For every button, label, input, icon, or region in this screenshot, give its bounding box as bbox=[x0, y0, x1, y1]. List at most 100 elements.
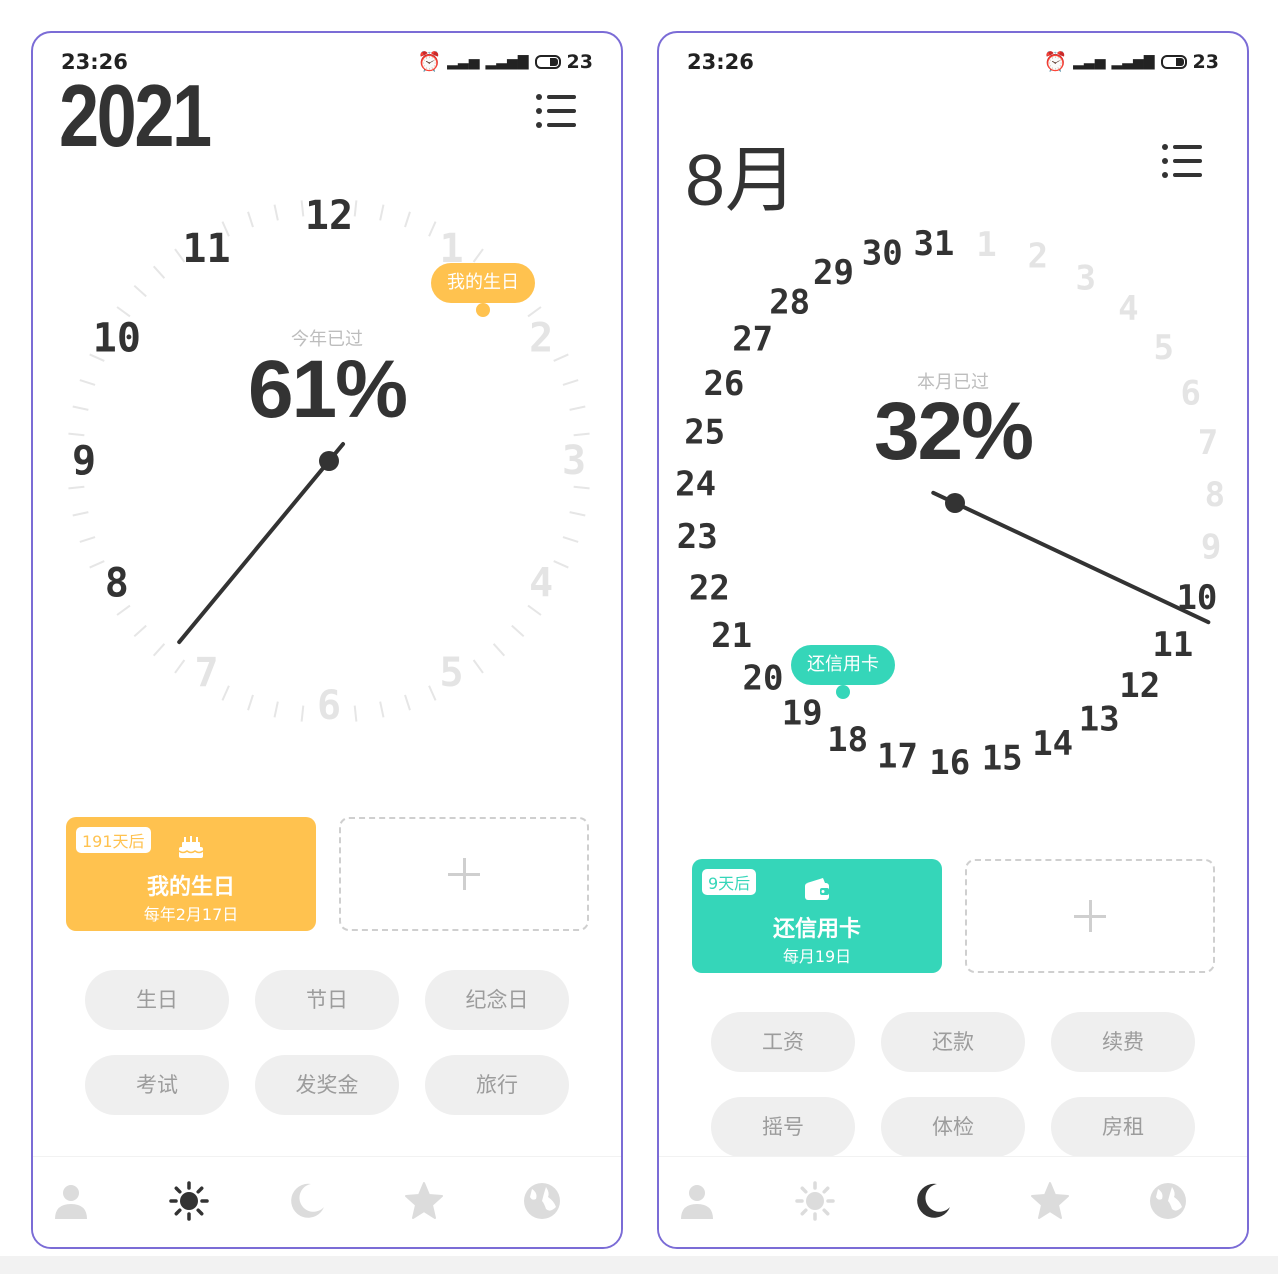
dial-label: 22 bbox=[689, 568, 730, 608]
dial-tick bbox=[72, 511, 89, 517]
dial-label: 11 bbox=[1152, 625, 1193, 665]
dial-label: 4 bbox=[529, 561, 553, 607]
chip-category[interactable]: 房租 bbox=[1051, 1097, 1195, 1157]
globe-icon[interactable] bbox=[1146, 1179, 1190, 1223]
dial-label: 14 bbox=[1032, 724, 1073, 764]
dial-tick bbox=[511, 624, 525, 638]
dial-tick bbox=[492, 643, 506, 657]
dial-label: 26 bbox=[703, 364, 744, 404]
chip-category[interactable]: 还款 bbox=[881, 1012, 1025, 1072]
bottom-tab-bar bbox=[33, 1156, 621, 1247]
dial-tick bbox=[553, 560, 569, 569]
dial-tick bbox=[152, 265, 166, 279]
dial-tick bbox=[273, 204, 279, 221]
dial-label: 15 bbox=[982, 739, 1023, 779]
dial-label: 8 bbox=[1205, 475, 1225, 515]
chip-category[interactable]: 发奖金 bbox=[255, 1055, 399, 1115]
dial-tick bbox=[68, 485, 85, 490]
dial-label: 17 bbox=[877, 737, 918, 777]
dial-label: 12 bbox=[1119, 666, 1160, 706]
progress-value: 61% bbox=[247, 344, 408, 435]
dial-tick bbox=[562, 379, 579, 386]
dial-tick bbox=[404, 694, 411, 711]
globe-icon[interactable] bbox=[520, 1179, 564, 1223]
dial-label: 5 bbox=[1154, 328, 1174, 368]
dial-label: 3 bbox=[562, 438, 586, 484]
dial-tick bbox=[428, 685, 437, 701]
event-card-birthday[interactable]: 191天后 我的生日 每年2月17日 bbox=[66, 817, 316, 931]
dial-label: 6 bbox=[1180, 373, 1200, 413]
dial-tick bbox=[116, 604, 131, 616]
star-icon[interactable] bbox=[1028, 1179, 1072, 1223]
dial-label: 19 bbox=[782, 693, 823, 733]
event-marker-credit-card[interactable]: 还信用卡 bbox=[791, 645, 895, 699]
dial-tick bbox=[573, 432, 590, 437]
dial-tick bbox=[527, 604, 542, 616]
person-icon[interactable] bbox=[675, 1179, 719, 1223]
dial-tick bbox=[152, 643, 166, 657]
dial-tick bbox=[174, 659, 186, 674]
chip-category[interactable]: 续费 bbox=[1051, 1012, 1195, 1072]
dial-label: 25 bbox=[684, 413, 725, 453]
dial-tick bbox=[573, 485, 590, 490]
dial-tick bbox=[300, 200, 305, 217]
dial-label: 1 bbox=[976, 225, 996, 265]
dial-label: 7 bbox=[1198, 423, 1218, 463]
dial-tick bbox=[133, 624, 147, 638]
dial-label: 20 bbox=[742, 658, 783, 698]
dial-tick bbox=[379, 204, 385, 221]
chip-category[interactable]: 纪念日 bbox=[425, 970, 569, 1030]
dial-label: 27 bbox=[732, 320, 773, 360]
dial-label: 28 bbox=[769, 282, 810, 322]
dial-label: 5 bbox=[439, 650, 463, 696]
dial-tick bbox=[569, 405, 586, 411]
dial-tick bbox=[353, 705, 358, 722]
month-dial: 1 2 3 4 5 6 7 8 9 10 11 12 13 14 15 16 17 18 19 20 21 22 23 24 2… bbox=[659, 33, 1247, 933]
chip-category[interactable]: 摇号 bbox=[711, 1097, 855, 1157]
dial-label: 13 bbox=[1079, 699, 1120, 739]
dial-tick bbox=[300, 705, 305, 722]
chip-category[interactable]: 旅行 bbox=[425, 1055, 569, 1115]
dial-tick bbox=[72, 405, 89, 411]
dial-tick bbox=[79, 536, 96, 543]
wallet-icon bbox=[805, 878, 829, 900]
days-left-badge: 9天后 bbox=[702, 869, 757, 895]
add-event-button[interactable] bbox=[339, 817, 589, 931]
dial-tick bbox=[221, 685, 230, 701]
dial-tick bbox=[553, 353, 569, 362]
dial-label: 10 bbox=[93, 316, 141, 362]
year-dial: 1 2 3 4 5 6 7 8 9 10 11 12 bbox=[33, 33, 621, 933]
bottom-tab-bar bbox=[659, 1156, 1247, 1247]
chip-category[interactable]: 考试 bbox=[85, 1055, 229, 1115]
dial-label: 18 bbox=[827, 720, 868, 760]
dial-tick bbox=[353, 200, 358, 217]
chip-category[interactable]: 体检 bbox=[881, 1097, 1025, 1157]
chip-category[interactable]: 工资 bbox=[711, 1012, 855, 1072]
hand-pivot bbox=[319, 451, 339, 471]
chip-category[interactable]: 节日 bbox=[255, 970, 399, 1030]
dial-tick bbox=[428, 221, 437, 237]
chip-category[interactable]: 生日 bbox=[85, 970, 229, 1030]
event-recurrence: 每月19日 bbox=[782, 947, 852, 966]
dial-label: 24 bbox=[675, 465, 716, 505]
event-card-credit-card[interactable]: 9天后 还信用卡 每月19日 bbox=[692, 859, 942, 973]
dial-label: 2 bbox=[1028, 237, 1048, 277]
add-event-button[interactable] bbox=[965, 859, 1215, 973]
moon-icon[interactable] bbox=[285, 1179, 329, 1223]
star-icon[interactable] bbox=[402, 1179, 446, 1223]
event-marker-birthday[interactable]: 我的生日 bbox=[431, 263, 535, 317]
person-icon[interactable] bbox=[49, 1179, 93, 1223]
moon-icon[interactable] bbox=[911, 1179, 955, 1223]
dial-label: 29 bbox=[813, 253, 854, 293]
sun-icon[interactable] bbox=[167, 1179, 211, 1223]
dial-tick bbox=[404, 211, 411, 228]
dial-tick bbox=[569, 511, 586, 517]
dial-label: 12 bbox=[305, 193, 353, 239]
bottom-strip bbox=[0, 1256, 1278, 1274]
dial-label: 11 bbox=[182, 226, 230, 272]
dial-tick bbox=[472, 248, 484, 263]
event-name: 还信用卡 bbox=[772, 917, 861, 942]
sun-icon[interactable] bbox=[793, 1179, 837, 1223]
days-left-badge: 191天后 bbox=[76, 827, 151, 853]
dial-label: 30 bbox=[862, 233, 903, 273]
